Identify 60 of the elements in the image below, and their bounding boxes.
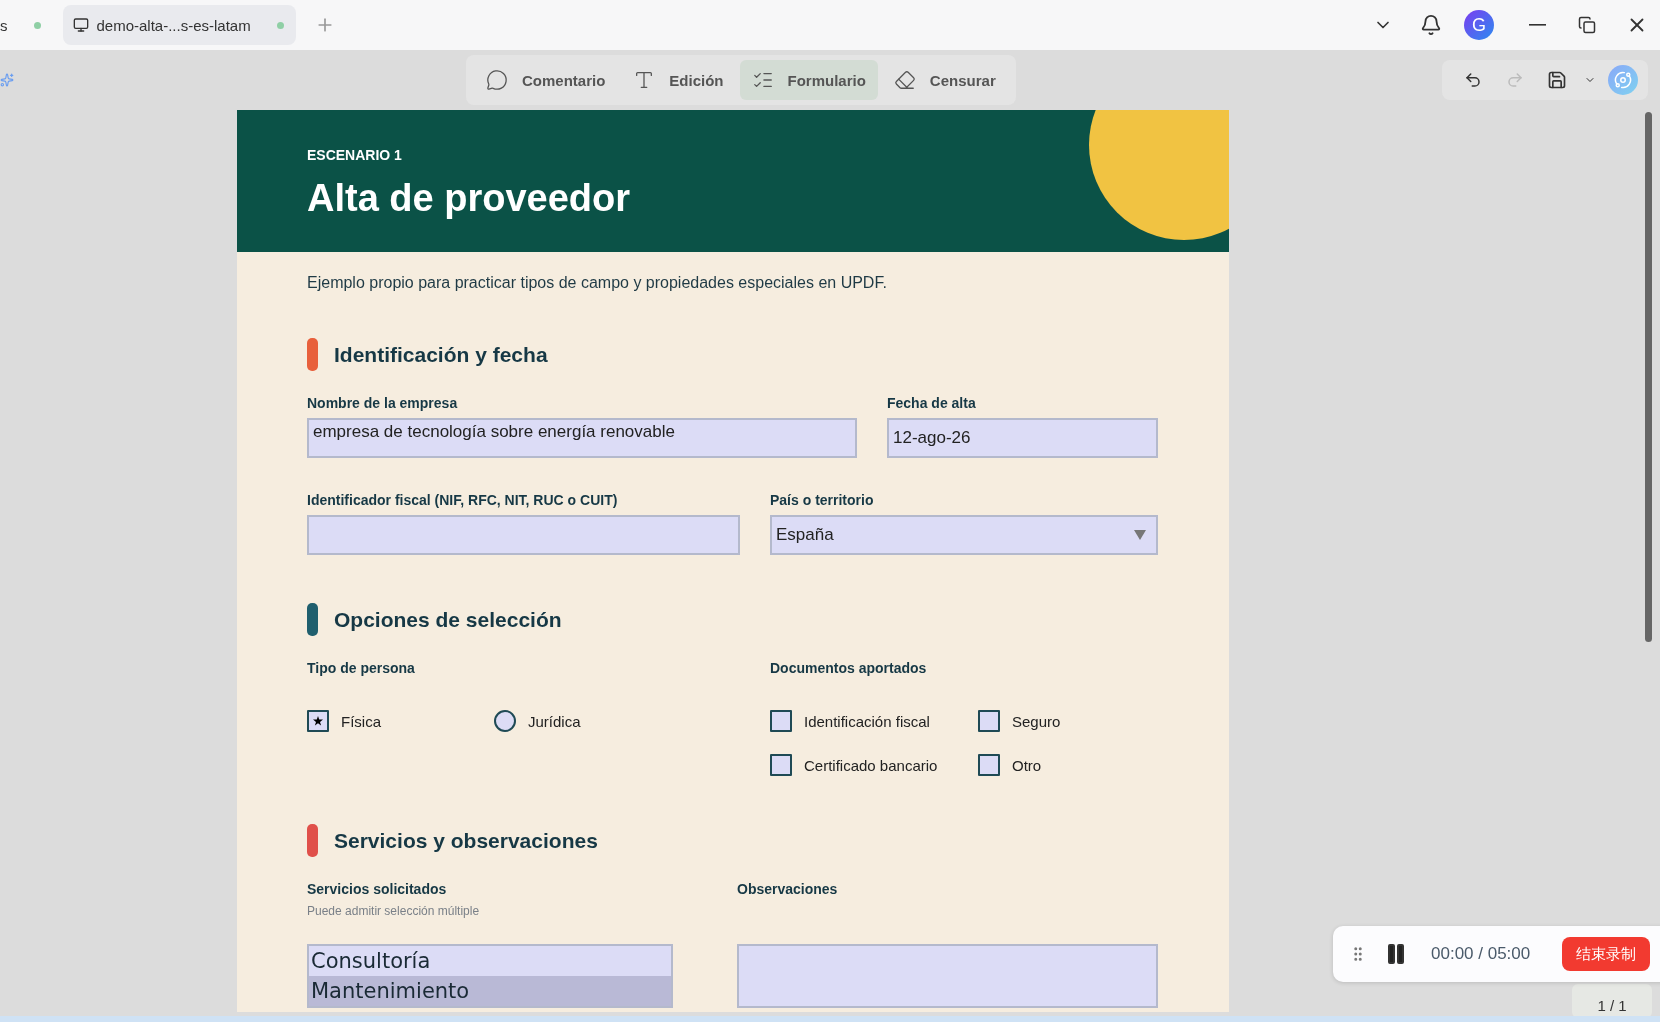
radio-button[interactable] xyxy=(307,710,329,732)
document-tab[interactable]: s xyxy=(0,5,49,45)
option-label: Seguro xyxy=(1012,712,1061,730)
stop-recording-button[interactable]: 结束录制 xyxy=(1562,937,1651,971)
monitor-icon xyxy=(72,17,89,33)
checkbox[interactable] xyxy=(978,754,1000,776)
timer-text: 00:00 / 05:00 xyxy=(1431,944,1531,964)
field-label: Nombre de la empresa xyxy=(307,395,459,411)
radio-button[interactable] xyxy=(494,710,516,732)
field-label: Observaciones xyxy=(737,881,839,897)
field-label: Fecha de alta xyxy=(887,395,977,411)
checkbox[interactable] xyxy=(770,710,792,732)
option-label: Jurídica xyxy=(528,712,581,730)
mode-tab[interactable]: Formulario xyxy=(739,60,878,100)
bell-icon xyxy=(1420,14,1442,36)
list-box[interactable]: Consultoría Mantenimiento xyxy=(307,944,673,1008)
status-dot-icon xyxy=(33,21,41,29)
sparkle-icon xyxy=(0,73,14,87)
restore-icon xyxy=(1578,16,1596,34)
checkbox[interactable] xyxy=(770,754,792,776)
save-icon xyxy=(1547,70,1567,90)
eyebrow-text: ESCENARIO 1 xyxy=(307,147,403,163)
mode-tab[interactable]: Comentario xyxy=(474,60,618,100)
option-label: Otro xyxy=(1012,756,1042,774)
undo-icon xyxy=(1464,71,1482,89)
star-icon xyxy=(313,716,323,726)
field-label: País o territorio xyxy=(770,492,875,508)
field-label: Documentos aportados xyxy=(770,660,928,676)
section-title: Identificación y fecha xyxy=(334,342,548,367)
option-label: Identificación fiscal xyxy=(804,712,930,730)
eraser-icon xyxy=(893,69,916,91)
mode-tab[interactable]: Edición xyxy=(621,60,736,100)
caret-icon xyxy=(1134,530,1146,540)
status-dot-icon xyxy=(276,21,284,29)
document-tab[interactable]: demo-alta-...s-es-latam xyxy=(62,5,296,45)
field-label: Servicios solicitados xyxy=(307,881,448,897)
dropdown-field[interactable]: España xyxy=(770,515,1158,555)
section-title: Servicios y observaciones xyxy=(334,828,598,853)
field-hint: Puede admitir selección múltiple xyxy=(307,904,481,918)
list-option[interactable]: Consultoría xyxy=(309,946,671,976)
section-title: Opciones de selección xyxy=(334,607,562,632)
speech-bubble-icon xyxy=(486,69,508,91)
text-field[interactable]: empresa de tecnología sobre energía renovable xyxy=(307,418,857,458)
redo-icon xyxy=(1506,71,1524,89)
orbit-icon xyxy=(1614,71,1632,89)
checkbox[interactable] xyxy=(978,710,1000,732)
field-label: Identificador fiscal (NIF, RFC, NIT, RUC o CUIT) xyxy=(307,492,619,508)
scrollbar[interactable] xyxy=(1645,112,1652,642)
text-field[interactable]: 12-ago-26 xyxy=(887,418,1158,458)
option-label: Física xyxy=(341,712,381,730)
text-field[interactable] xyxy=(307,515,740,555)
minimize-icon xyxy=(1528,24,1546,26)
option-label: Certificado bancario xyxy=(804,756,938,774)
avatar[interactable]: G xyxy=(1464,10,1494,40)
mode-tab[interactable]: Censurar xyxy=(881,60,1008,100)
page-indicator: 1 / 1 xyxy=(1572,984,1652,1018)
field-label: Tipo de persona xyxy=(307,660,416,676)
list-option[interactable]: Mantenimiento xyxy=(309,976,671,1006)
description-text: Ejemplo propio para practicar tipos de campo y propiedades especiales en UPDF. xyxy=(307,274,888,292)
page-title: Alta de proveedor xyxy=(307,177,632,220)
